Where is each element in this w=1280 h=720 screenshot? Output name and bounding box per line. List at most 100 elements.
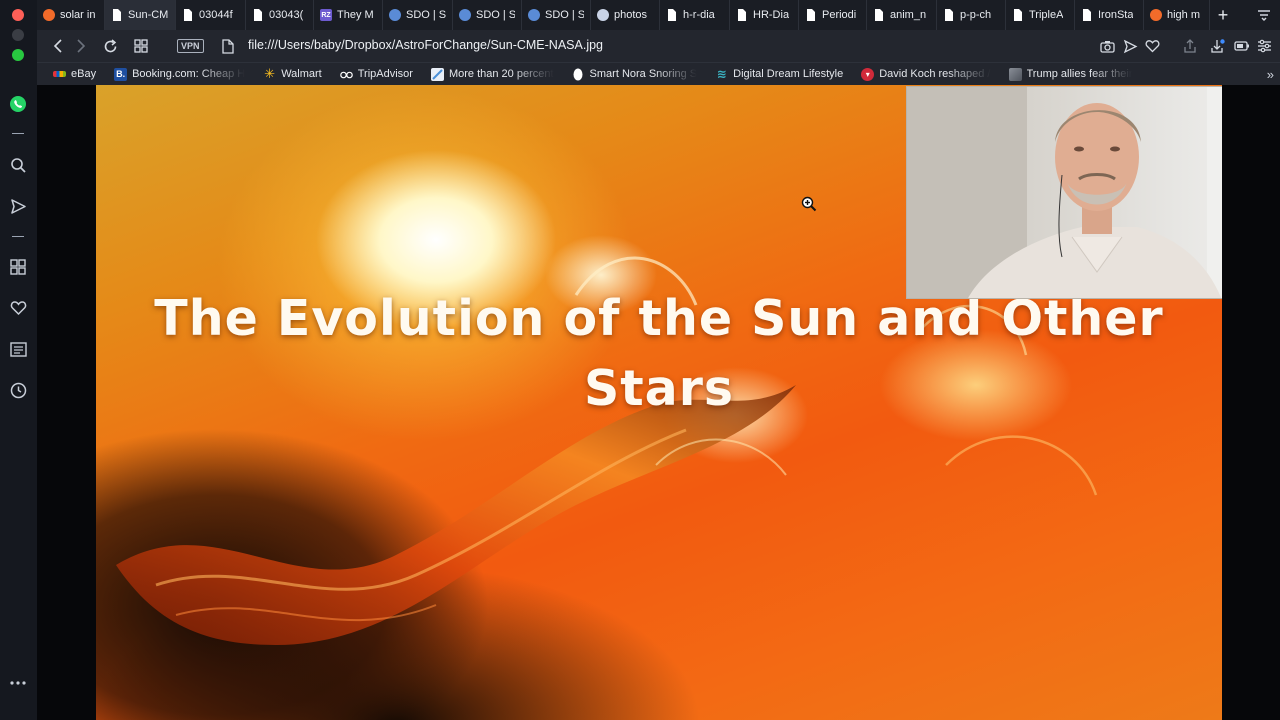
file-icon (805, 9, 817, 21)
news-icon[interactable] (8, 339, 28, 359)
tab-label: anim_n (890, 9, 927, 21)
tab[interactable]: solar in (37, 0, 105, 30)
send-icon[interactable] (8, 196, 28, 216)
nora-icon (572, 68, 585, 81)
browser-sidebar (0, 0, 37, 720)
bookmark-label: Digital Dream Lifestyle (733, 68, 844, 80)
snapshot-camera-icon[interactable] (1099, 38, 1115, 54)
reload-button[interactable] (101, 37, 119, 55)
rocket-icon (597, 9, 609, 21)
globe-icon (389, 9, 401, 21)
sidebar-divider (12, 236, 24, 237)
sun-cme-image[interactable]: The Evolution of the Sun and Other Stars (96, 85, 1222, 720)
bookmark-heart-icon[interactable] (1144, 38, 1160, 54)
walmart-icon: ✳ (264, 66, 276, 81)
tab-label: p-p-ch (960, 9, 992, 21)
heart-icon[interactable] (8, 298, 28, 318)
close-window-button[interactable] (12, 9, 24, 21)
brave-icon (43, 9, 55, 21)
tab-label: high m (1167, 9, 1201, 21)
zoom-in-cursor-icon (801, 196, 817, 212)
doc-icon (430, 67, 444, 81)
tab-label: Periodi (822, 9, 857, 21)
bookmark-david-koch[interactable]: ▾ David Koch reshaped / (861, 67, 991, 81)
tab-label: IronSta (1098, 9, 1134, 21)
share-icon[interactable] (1182, 38, 1198, 54)
forward-button[interactable] (72, 37, 90, 55)
speed-dial-button[interactable] (132, 37, 150, 55)
tab[interactable]: h-r-dia (660, 0, 730, 30)
speed-dial-icon[interactable] (8, 257, 28, 277)
bookmark-tripadvisor[interactable]: TripAdvisor (339, 68, 413, 81)
file-icon (252, 9, 264, 21)
bookmark-label: eBay (71, 68, 97, 80)
history-clock-icon[interactable] (8, 380, 28, 400)
send-to-flow-icon[interactable] (1122, 38, 1138, 54)
new-tab-button[interactable]: + (1210, 0, 1236, 30)
tab-label: 03044f (199, 9, 233, 21)
tab[interactable]: SDO | S (383, 0, 453, 30)
tab[interactable]: SDO | S (522, 0, 591, 30)
tab-active[interactable]: Sun-CM (105, 0, 176, 30)
bookmarks-bar: eBay B. Booking.com: Cheap H ✳ Walmart Tri… (37, 62, 1280, 85)
bookmark-smart-nora[interactable]: Smart Nora Snoring S (572, 68, 698, 81)
bookmark-label: Booking.com: Cheap H (132, 68, 246, 80)
tripadvisor-icon (339, 68, 353, 81)
more-options-icon[interactable] (8, 673, 28, 693)
minimize-window-button[interactable] (12, 29, 24, 41)
ebay-icon (53, 71, 66, 77)
file-icon (1081, 9, 1093, 21)
bookmark-label: Smart Nora Snoring S (589, 68, 698, 80)
tab[interactable]: high m (1144, 0, 1210, 30)
tab[interactable]: IronSta (1075, 0, 1144, 30)
bookmark-booking[interactable]: B. Booking.com: Cheap H (114, 67, 246, 81)
bookmark-ebay[interactable]: eBay (53, 68, 96, 80)
tab-menu-icon[interactable] (1256, 7, 1272, 23)
tab-label: h-r-dia (683, 9, 715, 21)
tab[interactable]: TripleA (1006, 0, 1075, 30)
tab-label: 03043( (269, 9, 304, 21)
url-field[interactable]: file:///Users/baby/Dropbox/AstroForChang… (248, 38, 603, 52)
tab[interactable]: HR-Dia (730, 0, 799, 30)
tab[interactable]: Periodi (799, 0, 867, 30)
tab-label: SDO | S (476, 9, 515, 21)
globe-icon (459, 9, 471, 21)
file-icon (943, 9, 955, 21)
slide-title-line-2: Stars (583, 360, 735, 417)
tab[interactable]: anim_n (867, 0, 937, 30)
downloads-icon[interactable] (1209, 38, 1225, 54)
battery-saver-icon[interactable] (1234, 38, 1250, 54)
more-bookmarks-chevron-icon[interactable]: » (1267, 67, 1274, 82)
vpn-badge[interactable]: VPN (177, 39, 204, 53)
page-file-icon (219, 37, 237, 55)
presenter-video-frame (907, 87, 1222, 298)
tab-label: SDO | S (406, 9, 446, 21)
globe-icon (528, 9, 540, 21)
bookmark-more-than-20[interactable]: More than 20 percent (430, 67, 554, 81)
bookmark-digital-dream[interactable]: ≋ Digital Dream Lifestyle (715, 67, 844, 81)
bookmark-label: Trump allies fear their (1026, 68, 1133, 80)
tab[interactable]: 03043( (246, 0, 314, 30)
tab-label: HR-Dia (753, 9, 790, 21)
bookmark-trump-allies[interactable]: Trump allies fear their (1008, 67, 1133, 81)
file-icon (111, 9, 123, 21)
rz-icon: RZ (320, 9, 332, 21)
bookmark-label: Walmart (281, 68, 322, 80)
sidebar-divider (12, 133, 24, 134)
file-icon (1012, 9, 1024, 21)
search-icon[interactable] (8, 155, 28, 175)
tab-label: SDO | S (545, 9, 584, 21)
tab[interactable]: 03044f (176, 0, 246, 30)
tab[interactable]: SDO | S (453, 0, 522, 30)
tab[interactable]: photos (591, 0, 660, 30)
back-button[interactable] (49, 37, 67, 55)
bookmark-label: More than 20 percent (448, 68, 554, 80)
whatsapp-icon[interactable] (8, 94, 28, 114)
file-icon (182, 9, 194, 21)
maximize-window-button[interactable] (12, 49, 24, 61)
tab[interactable]: p-p-ch (937, 0, 1006, 30)
bookmark-walmart[interactable]: ✳ Walmart (263, 66, 322, 81)
tab[interactable]: RZ They M (314, 0, 383, 30)
easy-setup-icon[interactable] (1256, 38, 1272, 54)
dk-icon: ▾ (861, 67, 875, 81)
